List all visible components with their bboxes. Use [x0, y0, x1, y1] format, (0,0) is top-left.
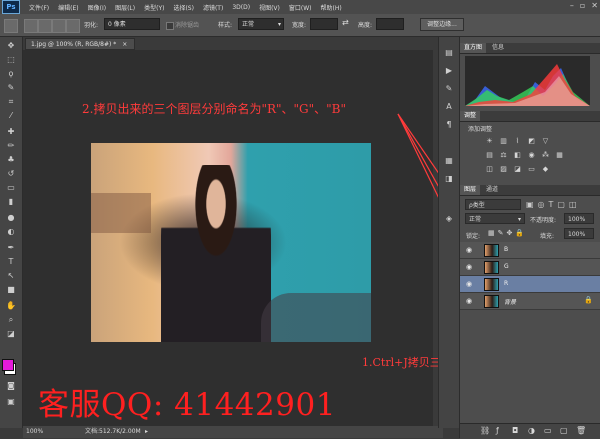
layer-name: G	[504, 263, 509, 270]
histogram-curves	[465, 64, 590, 106]
threshold-icon[interactable]: ◪	[513, 165, 522, 173]
tab-info[interactable]: 信息	[488, 43, 508, 53]
layer-row-b[interactable]: ◉ B	[460, 242, 600, 259]
tab-adjustments[interactable]: 调整	[460, 111, 481, 121]
channel-mixer-icon[interactable]: ⁂	[541, 151, 550, 159]
layers-list: ◉ B ◉ G ◉ R ◉ 背景 🔒	[460, 242, 600, 312]
layer-thumbnail	[484, 244, 499, 257]
layer-filter-icons[interactable]: ▣◎T▢◫	[526, 199, 594, 210]
layer-mask-icon[interactable]: ◘	[512, 426, 518, 435]
color-balance-icon[interactable]: ⚖	[499, 151, 508, 159]
curves-icon[interactable]: ⌇	[513, 137, 522, 145]
posterize-icon[interactable]: ▨	[499, 165, 508, 173]
character-panel-icon[interactable]: A	[443, 101, 455, 113]
layer-thumbnail	[484, 295, 499, 308]
layer-thumbnail	[484, 261, 499, 274]
adjustments-tabs: 调整	[460, 111, 600, 122]
layers-tabs: 图层 通道	[460, 185, 600, 196]
swatches-panel-icon[interactable]: ▦	[443, 155, 455, 167]
color-lookup-icon[interactable]: ▦	[555, 151, 564, 159]
chevron-down-icon: ▾	[517, 216, 521, 223]
adjustment-layer-icon[interactable]: ◑	[528, 426, 535, 435]
layer-kind-filter[interactable]: ρ类型	[465, 199, 521, 210]
invert-icon[interactable]: ◫	[485, 165, 494, 173]
panel-dock: ▤ ▶ ✎ A ¶ ▦ ◨ ◈	[438, 37, 459, 428]
photo-filter-icon[interactable]: ◉	[527, 151, 536, 159]
brush-panel-icon[interactable]: ✎	[443, 83, 455, 95]
3d-panel-icon[interactable]: ◈	[443, 213, 455, 225]
eye-icon[interactable]: ◉	[466, 297, 472, 305]
histogram-tabs: 直方图 信息	[460, 43, 600, 54]
tab-histogram[interactable]: 直方图	[460, 43, 487, 53]
black-white-icon[interactable]: ◧	[513, 151, 522, 159]
lock-icon: 🔒	[584, 296, 593, 304]
brightness-icon[interactable]: ☀	[485, 137, 494, 145]
right-panels: 直方图 信息 调整 添加调整 ☀ ▥ ⌇ ◩ ▽ ▤ ⚖ ◧ ◉ ⁂ ▦ ◫ ▨…	[459, 37, 600, 439]
layer-row-r[interactable]: ◉ R	[460, 276, 600, 293]
opacity-label: 不透明度:	[530, 217, 557, 224]
fill-input[interactable]: 100%	[564, 228, 594, 239]
blend-mode-value: 正常	[469, 216, 482, 223]
opacity-input[interactable]: 100%	[564, 213, 594, 224]
actions-panel-icon[interactable]: ▶	[443, 65, 455, 77]
new-layer-icon[interactable]: ▢	[560, 426, 568, 435]
lock-label: 锁定:	[466, 233, 481, 240]
layer-row-background[interactable]: ◉ 背景 🔒	[460, 293, 600, 310]
paragraph-panel-icon[interactable]: ¶	[443, 119, 455, 131]
trash-icon[interactable]: 🗑	[576, 426, 586, 435]
vibrance-icon[interactable]: ▽	[541, 137, 550, 145]
hue-saturation-icon[interactable]: ▤	[485, 151, 494, 159]
levels-icon[interactable]: ▥	[499, 137, 508, 145]
layer-thumbnail	[484, 278, 499, 291]
layer-row-g[interactable]: ◉ G	[460, 259, 600, 276]
add-adjustment-label: 添加调整	[468, 126, 493, 133]
eye-icon[interactable]: ◉	[466, 280, 472, 288]
styles-panel-icon[interactable]: ◨	[443, 173, 455, 185]
layer-name: B	[504, 246, 509, 253]
tab-channels[interactable]: 通道	[482, 185, 502, 195]
layer-style-icon[interactable]: ƒ	[496, 426, 499, 435]
blend-mode-select[interactable]: 正常 ▾	[465, 213, 525, 224]
history-panel-icon[interactable]: ▤	[443, 47, 455, 59]
eye-icon[interactable]: ◉	[466, 263, 472, 271]
layers-footer: ⛓ ƒ ◘ ◑ ▭ ▢ 🗑	[460, 423, 600, 439]
tab-layers[interactable]: 图层	[460, 185, 481, 195]
exposure-icon[interactable]: ◩	[527, 137, 536, 145]
layer-name: R	[504, 280, 509, 287]
fill-label: 填充:	[540, 233, 555, 240]
link-layers-icon[interactable]: ⛓	[480, 426, 490, 435]
gradient-map-icon[interactable]: ▭	[527, 165, 536, 173]
lock-icons[interactable]: ▦✎✥🔒	[488, 229, 527, 237]
layer-kind-filter-value: ρ类型	[469, 202, 485, 209]
layer-name: 背景	[504, 299, 517, 306]
histogram-graph	[465, 56, 590, 106]
selective-color-icon[interactable]: ◆	[541, 165, 550, 173]
group-icon[interactable]: ▭	[544, 426, 552, 435]
eye-icon[interactable]: ◉	[466, 246, 472, 254]
